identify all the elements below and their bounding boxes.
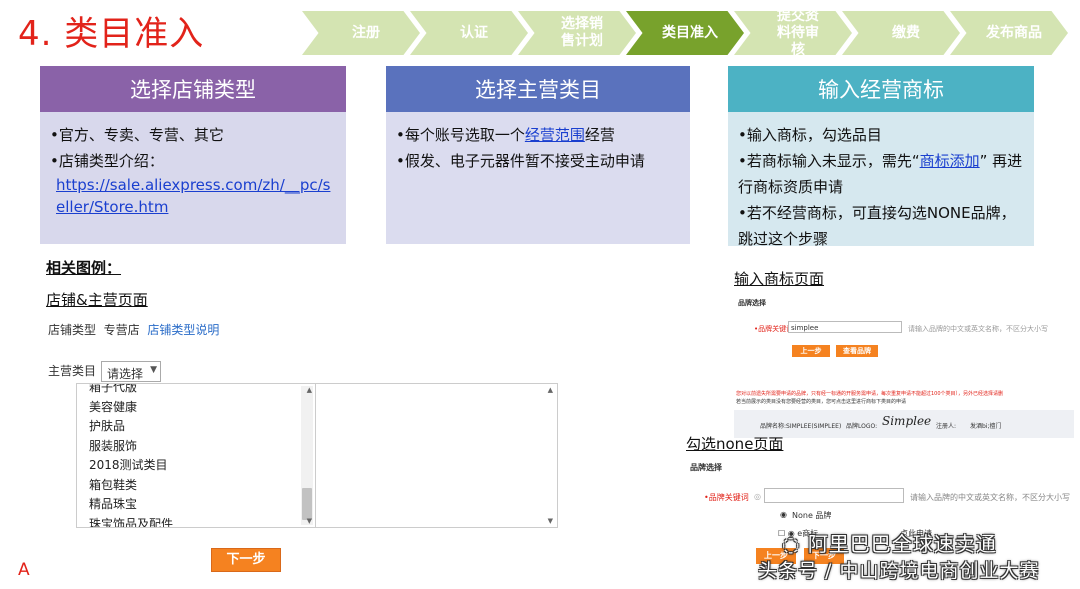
card-line: •若商标输入未显示，需先“商标添加” 再进行商标资质申请	[738, 152, 1023, 196]
list-item[interactable]: 美容健康	[89, 398, 173, 418]
card-title: 选择主营类目	[386, 66, 690, 112]
next-step-button[interactable]: 下一步	[211, 548, 281, 572]
none-brand-radio[interactable]: ◉	[780, 510, 787, 519]
category-list[interactable]: 箱子代版 美容健康 护肤品 服装服饰 2018测试类目 箱包鞋类 精品珠宝 珠宝…	[76, 383, 316, 528]
step-sales-plan: 选择销售计划	[518, 11, 636, 55]
main-category-label: 主营类目	[48, 364, 97, 378]
store-type-field: 店铺类型 专营店 店铺类型说明	[48, 323, 220, 337]
chevron-down-icon: ▼	[150, 365, 157, 375]
card-title: 输入经营商标	[728, 66, 1034, 112]
step-category-access: 类目准入	[626, 11, 744, 55]
none-page-label: 勾选none页面	[686, 435, 784, 453]
brand-page-label: 输入商标页面	[734, 270, 825, 288]
watermark-line1: ◌ 阿里巴巴全球速卖通	[782, 532, 997, 556]
scroll-down-icon[interactable]: ▼	[307, 517, 312, 525]
progress-steps: 注册 认证 选择销售计划 类目准入 提交资料待审核 缴费 发布商品	[302, 11, 1072, 55]
examples-heading: 相关图例：	[46, 259, 122, 277]
list-item[interactable]: 珠宝饰品及配件	[89, 515, 173, 528]
page-title: 4. 类目准入	[18, 14, 205, 54]
step-publish: 发布商品	[950, 11, 1068, 55]
wechat-icon: ◌	[782, 532, 801, 556]
brand-name: 品牌名称:SIMPLEE(SIMPLEE)	[760, 423, 842, 430]
brand-keyword-hint: 请输入品牌的中文或英文名称，不区分大小写	[908, 325, 1048, 333]
scroll-up-icon[interactable]: ▲	[548, 386, 553, 394]
card-title: 选择店铺类型	[40, 66, 346, 112]
card-brand: 输入经营商标 •输入商标，勾选品目 •若商标输入未显示，需先“商标添加” 再进行…	[728, 66, 1034, 248]
brand-keyword-input[interactable]	[764, 488, 904, 503]
list-item[interactable]: 精品珠宝	[89, 495, 173, 515]
list-item[interactable]: 2018测试类目	[89, 456, 173, 476]
list-item[interactable]: 箱子代版	[89, 384, 173, 398]
card-line: •店铺类型介绍：	[50, 152, 164, 170]
card-line: •假发、电子元器件暂不接受主动申请	[396, 152, 645, 170]
section-title: 品牌选择	[690, 463, 722, 472]
card-main-category: 选择主营类目 •每个账号选取一个经营范围经营 •假发、电子元器件暂不接受主动申请	[386, 66, 690, 244]
step-verify: 认证	[410, 11, 528, 55]
list-item[interactable]: 服装服饰	[89, 437, 173, 457]
notice-red: 您对以前遗失所需要申请的品牌，只有经一标通的开服务需申请，每次重复申请不能超过1…	[736, 391, 1004, 397]
notice-gray: 若当前展示的类目没有您要经营的类目，您可点击这里进行商标下类目的申请	[736, 399, 907, 405]
add-brand-link[interactable]: 商标添加	[920, 152, 980, 170]
scroll-down-icon[interactable]: ▼	[548, 517, 553, 525]
store-type-help-link[interactable]: 店铺类型说明	[147, 323, 219, 337]
scroll-up-icon[interactable]: ▲	[307, 386, 312, 394]
none-brand-label: None 品牌	[792, 511, 832, 520]
card-line: •官方、专卖、专营、其它	[50, 126, 224, 144]
store-page-label: 店铺&主营页面	[46, 291, 148, 309]
scrollbar-thumb[interactable]	[302, 488, 312, 520]
brand-keyword-label: •品牌关键词	[704, 493, 749, 502]
view-brand-button[interactable]: 查看品牌	[836, 345, 878, 357]
card-store-type: 选择店铺类型 •官方、专卖、专营、其它 •店铺类型介绍： https://sal…	[40, 66, 346, 244]
step-payment: 缴费	[842, 11, 960, 55]
list-item[interactable]: 护肤品	[89, 417, 173, 437]
brand-keyword-value: simplee	[791, 324, 819, 332]
corner-logo-fragment: A	[18, 560, 30, 580]
business-scope-link[interactable]: 经营范围	[525, 126, 585, 144]
registrant-value: 发酒bi;擅门	[970, 423, 1002, 430]
brand-logo-label: 品牌LOGO:	[846, 423, 878, 430]
store-type-link[interactable]: https://sale.aliexpress.com/zh/__pc/sell…	[50, 174, 336, 218]
list-item[interactable]: 箱包鞋类	[89, 476, 173, 496]
watermark-line2: 头条号 / 中山跨境电商创业大赛	[758, 560, 1040, 582]
card-line: •若不经营商标，可直接勾选NONE品牌，跳过这个步骤	[738, 204, 1016, 248]
step-register: 注册	[302, 11, 420, 55]
brand-keyword-hint: 请输入品牌的中文或英文名称，不区分大小写	[910, 493, 1070, 502]
prev-button[interactable]: 上一步	[792, 345, 830, 357]
registrant-label: 注册人:	[936, 423, 957, 430]
card-line: •输入商标，勾选品目	[738, 126, 882, 144]
help-icon[interactable]: ◎	[754, 492, 761, 501]
section-title: 品牌选择	[738, 299, 766, 307]
step-submit-review: 提交资料待审核	[734, 11, 852, 55]
main-category-select[interactable]: 请选择 ▼	[101, 361, 161, 382]
brand-input-page-screenshot: 品牌选择 •品牌关键词 simplee 请输入品牌的中文或英文名称，不区分大小写…	[734, 290, 1074, 442]
subcategory-list[interactable]: ▲ ▼	[316, 383, 558, 528]
card-line: •每个账号选取一个经营范围经营	[396, 126, 615, 144]
brand-logo: Simplee	[882, 414, 932, 428]
